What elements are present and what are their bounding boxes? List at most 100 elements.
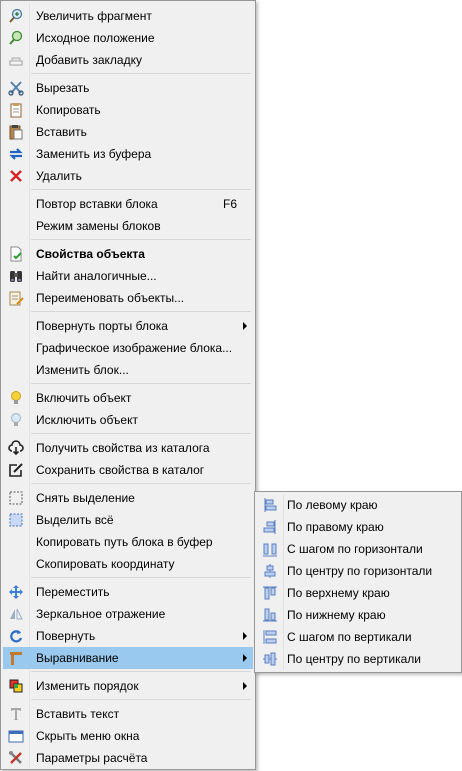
menu-item-label: Включить объект: [36, 391, 132, 405]
menu-item-rename-objects[interactable]: Переименовать объекты...: [3, 287, 253, 309]
bulb-off-icon: [11, 413, 21, 426]
menu-item-hide-window-menu[interactable]: Скрыть меню окна: [3, 725, 253, 747]
copy-icon: [10, 103, 22, 118]
submenu-item-label: По правому краю: [287, 520, 384, 534]
menu-item-label: Изменить блок...: [36, 363, 129, 377]
align-left-icon: [264, 498, 277, 512]
submenu-arrow-icon: [243, 322, 247, 330]
menu-separator: [31, 671, 251, 672]
menu-item-object-properties[interactable]: Свойства объекта: [3, 243, 253, 265]
menu-item-label: Копировать: [36, 103, 101, 117]
align-center-horizontal-icon: [264, 564, 276, 578]
align-right-icon: [263, 520, 276, 534]
menu-item-block-replace-mode[interactable]: Режим замены блоков: [3, 215, 253, 237]
submenu-item-label: По центру по вертикали: [287, 652, 421, 666]
menu-item-get-properties-from-catalog[interactable]: Получить свойства из каталога: [3, 437, 253, 459]
align-center-vertical-icon: [263, 652, 277, 666]
menu-item-label: Графическое изображение блока...: [36, 341, 233, 355]
properties-icon: [10, 246, 22, 262]
menu-separator: [31, 483, 251, 484]
delete-icon: [10, 170, 22, 182]
menu-item-label: Получить свойства из каталога: [36, 441, 210, 455]
menu-item-label: Зеркальное отражение: [36, 607, 166, 621]
menu-item-label: Снять выделение: [36, 491, 135, 505]
menu-item-exclude-object[interactable]: Исключить объект: [3, 409, 253, 431]
submenu-item-align-bottom[interactable]: По нижнему краю: [257, 604, 459, 626]
submenu-arrow-icon: [243, 654, 247, 662]
menu-item-label: Сохранить свойства в каталог: [36, 463, 205, 477]
menu-separator: [31, 577, 251, 578]
menu-item-save-properties-to-catalog[interactable]: Сохранить свойства в каталог: [3, 459, 253, 481]
menu-item-cut[interactable]: Вырезать: [3, 77, 253, 99]
bookmark-icon: [9, 57, 23, 66]
align-icon: [10, 652, 22, 665]
submenu-item-label: По центру по горизонтали: [287, 564, 433, 578]
submenu-item-distribute-vertical[interactable]: С шагом по вертикали: [257, 626, 459, 648]
menu-item-label: Добавить закладку: [36, 53, 142, 67]
submenu-item-align-left[interactable]: По левому краю: [257, 494, 459, 516]
order-icon: [9, 679, 23, 693]
binoculars-icon: [10, 271, 22, 282]
submenu-item-label: С шагом по горизонтали: [287, 542, 423, 556]
menu-item-label: Повтор вставки блока: [36, 197, 158, 211]
menu-separator: [31, 699, 251, 700]
menu-item-label: Переместить: [36, 585, 110, 599]
menu-item-label: Режим замены блоков: [36, 219, 161, 233]
menu-item-enable-object[interactable]: Включить объект: [3, 387, 253, 409]
deselect-icon: [9, 491, 23, 505]
submenu-item-center-horizontal[interactable]: По центру по горизонтали: [257, 560, 459, 582]
menu-item-paste[interactable]: Вставить: [3, 121, 253, 143]
menu-item-move[interactable]: Переместить: [3, 581, 253, 603]
submenu-item-label: С шагом по вертикали: [287, 630, 412, 644]
menu-item-label: Вырезать: [36, 81, 90, 95]
window-menu-icon: [8, 730, 24, 743]
menu-item-select-all[interactable]: Выделить всё: [3, 509, 253, 531]
menu-item-change-order[interactable]: Изменить порядок: [3, 675, 253, 697]
menu-item-label: Исключить объект: [36, 413, 138, 427]
cut-icon: [8, 81, 24, 96]
bulb-on-icon: [11, 391, 21, 404]
menu-item-find-similar[interactable]: Найти аналогичные...: [3, 265, 253, 287]
menu-item-calculation-parameters[interactable]: Параметры расчёта: [3, 747, 253, 769]
menu-item-zoom-fragment[interactable]: Увеличить фрагмент: [3, 5, 253, 27]
menu-item-add-bookmark[interactable]: Добавить закладку: [3, 49, 253, 71]
menu-item-rotate[interactable]: Повернуть: [3, 625, 253, 647]
menu-item-rotate-block-ports[interactable]: Повернуть порты блока: [3, 315, 253, 337]
submenu-arrow-icon: [243, 632, 247, 640]
submenu-item-label: По левому краю: [287, 498, 378, 512]
align-bottom-icon: [263, 608, 277, 622]
submenu-item-align-right[interactable]: По правому краю: [257, 516, 459, 538]
menu-separator: [31, 239, 251, 240]
menu-item-label: Скрыть меню окна: [36, 729, 140, 743]
menu-item-deselect[interactable]: Снять выделение: [3, 487, 253, 509]
menu-item-label: Повернуть: [36, 629, 96, 643]
submenu-item-label: По верхнему краю: [287, 586, 390, 600]
menu-item-block-graphic[interactable]: Графическое изображение блока...: [3, 337, 253, 359]
menu-item-copy-block-path[interactable]: Копировать путь блока в буфер: [3, 531, 253, 553]
select-all-icon: [9, 513, 23, 527]
menu-item-edit-block[interactable]: Изменить блок...: [3, 359, 253, 381]
submenu-item-align-top[interactable]: По верхнему краю: [257, 582, 459, 604]
menu-item-repeat-insert-block[interactable]: Повтор вставки блока F6: [3, 193, 253, 215]
cloud-download-icon: [8, 440, 24, 456]
menu-item-insert-text[interactable]: Вставить текст: [3, 703, 253, 725]
menu-item-copy[interactable]: Копировать: [3, 99, 253, 121]
tools-icon: [9, 751, 22, 764]
menu-item-alignment[interactable]: Выравнивание: [3, 647, 253, 669]
menu-item-label: Вставить текст: [36, 707, 120, 721]
menu-item-label: Удалить: [36, 169, 82, 183]
menu-item-label: Копировать путь блока в буфер: [36, 535, 213, 549]
menu-item-label: Вставить: [36, 125, 87, 139]
menu-separator: [31, 383, 251, 384]
menu-item-label: Увеличить фрагмент: [36, 9, 152, 23]
menu-item-reset-position[interactable]: Исходное положение: [3, 27, 253, 49]
menu-item-mirror[interactable]: Зеркальное отражение: [3, 603, 253, 625]
submenu-item-distribute-horizontal[interactable]: С шагом по горизонтали: [257, 538, 459, 560]
menu-item-label: Найти аналогичные...: [36, 269, 157, 283]
menu-item-replace-from-buffer[interactable]: Заменить из буфера: [3, 143, 253, 165]
menu-item-delete[interactable]: Удалить: [3, 165, 253, 187]
menu-separator: [31, 433, 251, 434]
submenu-item-center-vertical[interactable]: По центру по вертикали: [257, 648, 459, 670]
menu-item-label: Свойства объекта: [36, 247, 145, 261]
menu-item-copy-coordinate[interactable]: Скопировать координату: [3, 553, 253, 575]
